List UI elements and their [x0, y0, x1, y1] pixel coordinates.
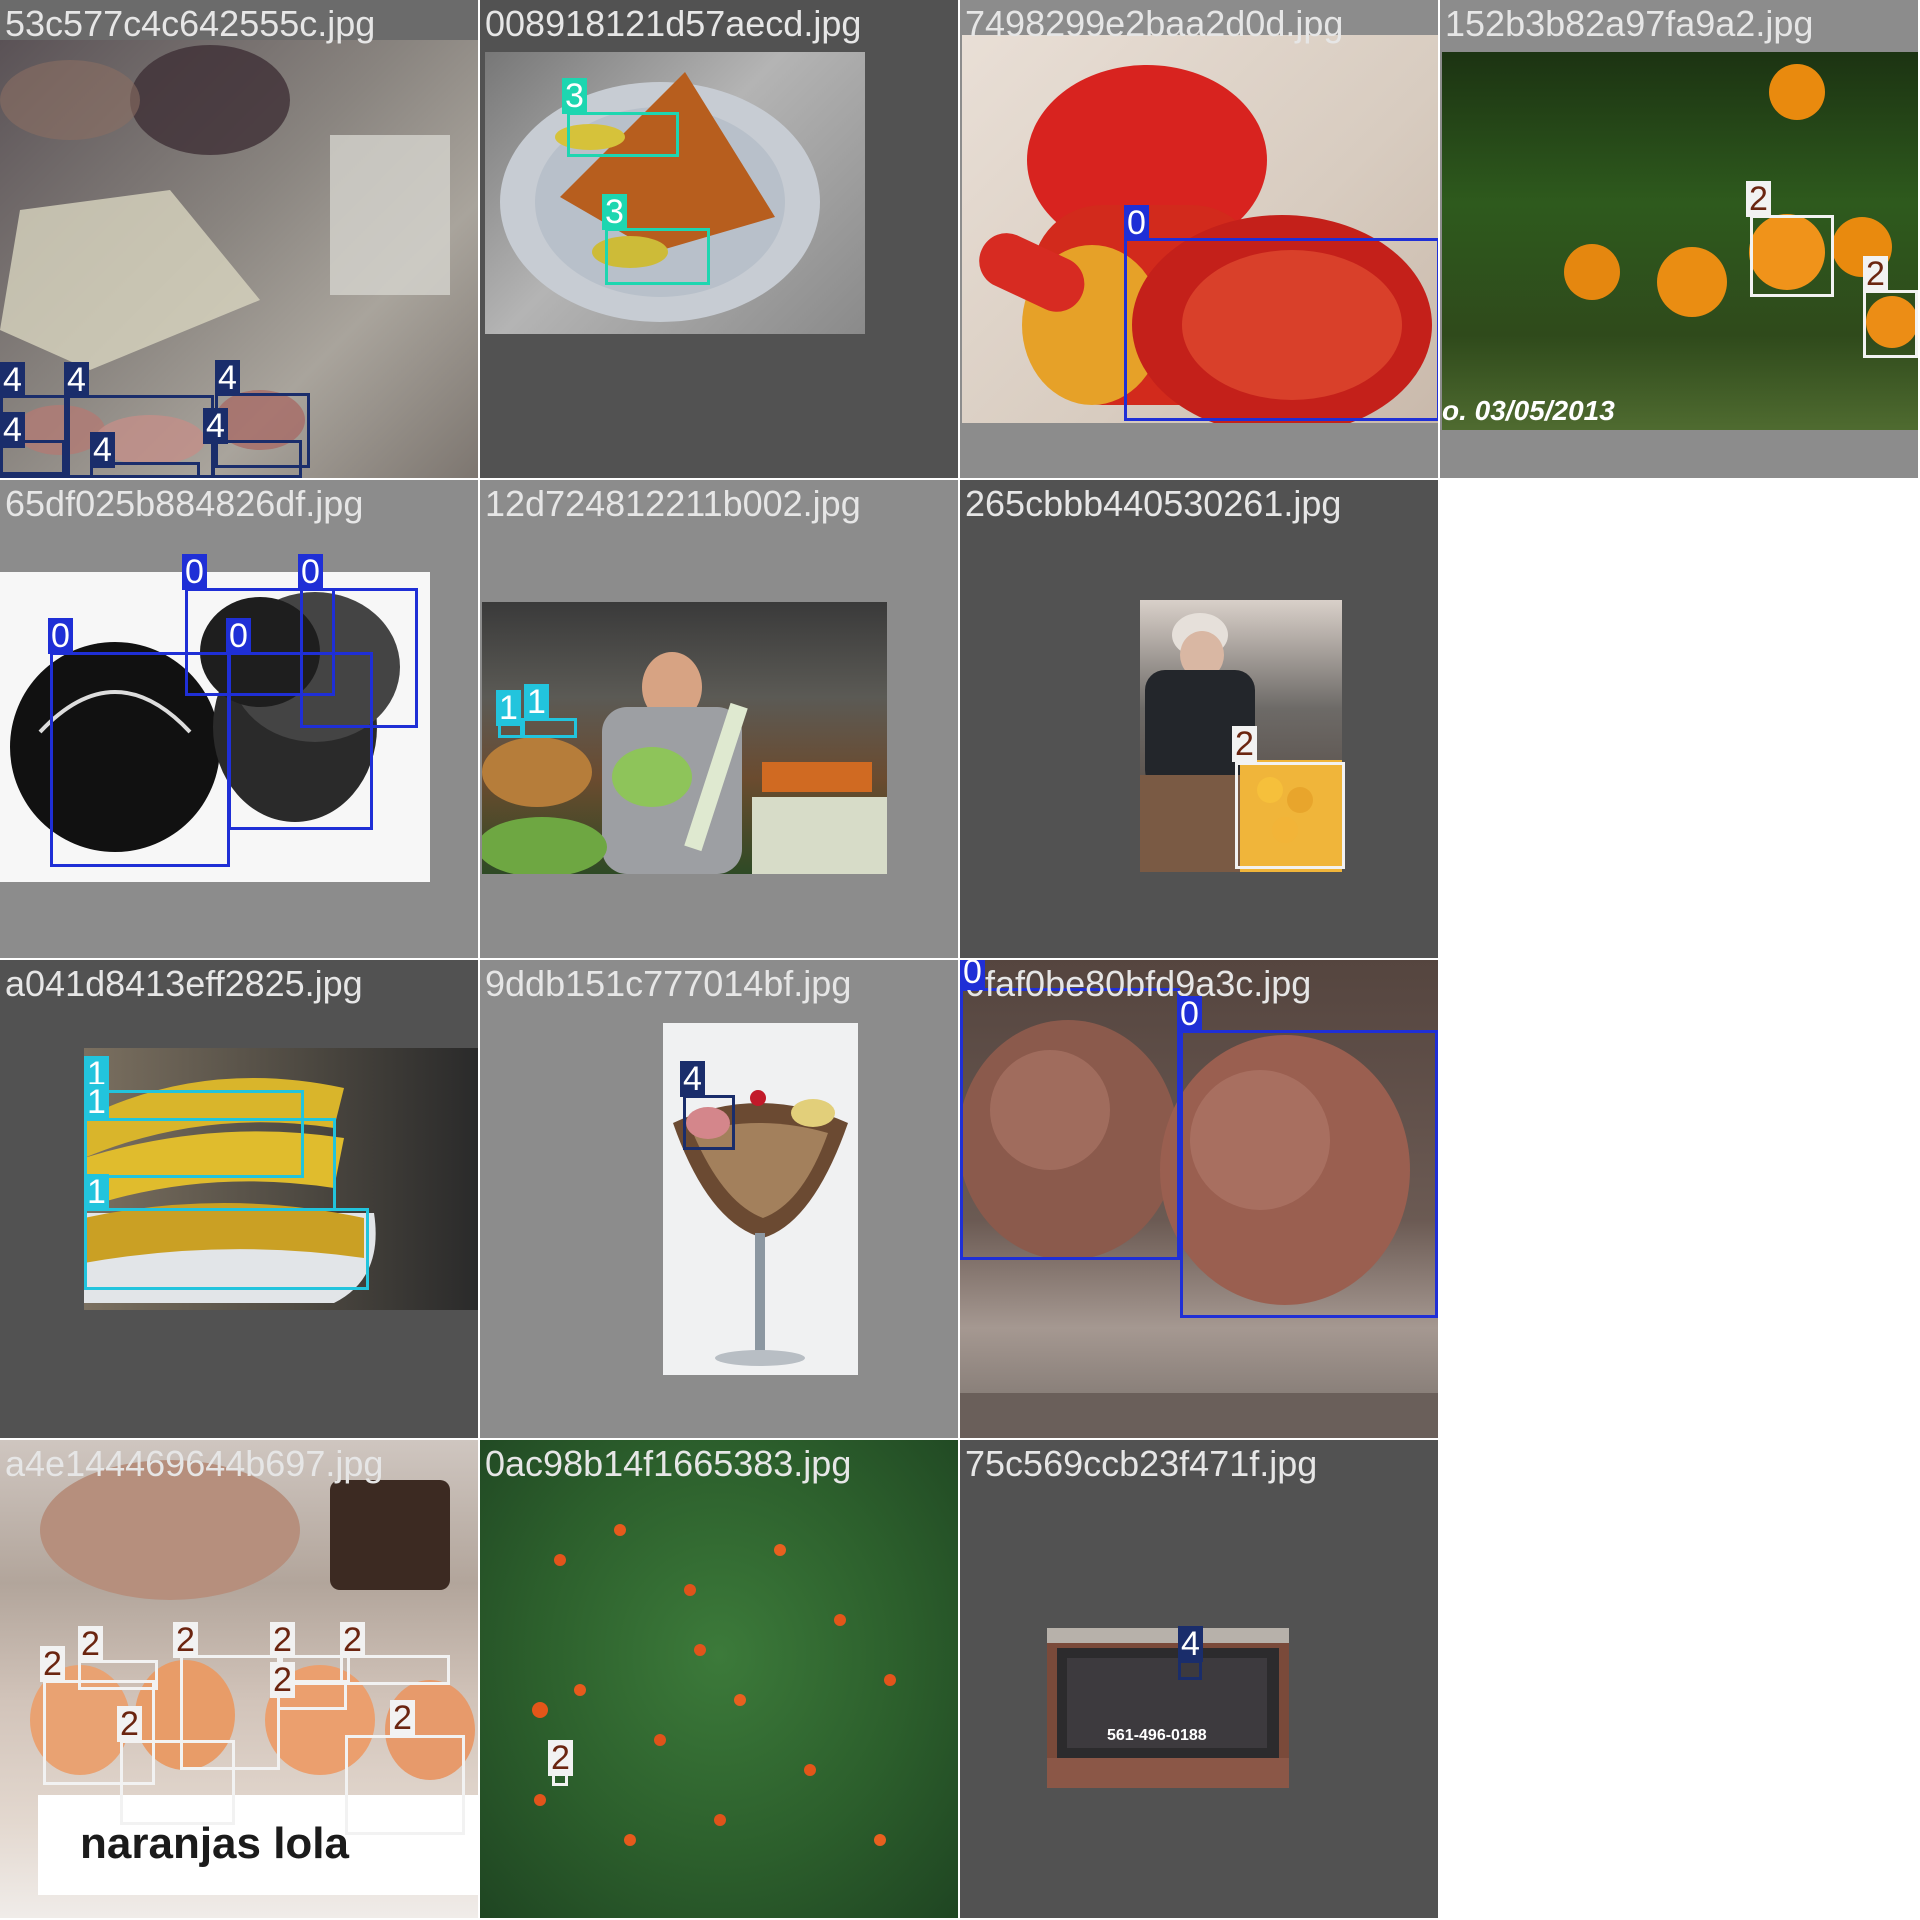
class-label: 1 — [524, 684, 549, 720]
class-label: 0 — [1177, 996, 1202, 1032]
detection-box — [340, 1655, 450, 1685]
image-tile[interactable]: 12d724812211b002.jpg 1 1 — [480, 480, 958, 958]
class-label: 1 — [84, 1174, 109, 1210]
class-label: 2 — [1232, 726, 1257, 762]
class-label: 4 — [680, 1061, 705, 1097]
filename-label: a041d8413eff2825.jpg — [5, 963, 363, 1004]
image-tile[interactable]: 0ac98b14f1665383.jpg 2 — [480, 1440, 958, 1918]
class-label: 2 — [40, 1646, 65, 1682]
market-vendor-photo — [482, 602, 887, 874]
image-tile[interactable]: 561-496-0188 75c569ccb23f471f.jpg 4 — [960, 1440, 1438, 1918]
class-label: 2 — [390, 1700, 415, 1736]
filename-label: 12d724812211b002.jpg — [485, 483, 861, 524]
class-label: 2 — [1746, 181, 1771, 217]
image-tile[interactable]: 7498299e2baa2d0d.jpg 0 — [960, 0, 1438, 478]
class-label: 3 — [602, 194, 627, 230]
image-tile[interactable]: o. 03/05/2013 152b3b82a97fa9a2.jpg 2 2 — [1440, 0, 1918, 478]
date-stamp: o. 03/05/2013 — [1442, 395, 1615, 426]
filename-label: a4e144469644b697.jpg — [5, 1443, 384, 1484]
class-label: 2 — [117, 1706, 142, 1742]
ice-cream-shop-photo: 561-496-0188 — [1047, 1628, 1289, 1788]
class-label: 1 — [84, 1084, 109, 1120]
detection-box — [120, 1740, 235, 1825]
class-label: 4 — [0, 412, 25, 448]
image-tile[interactable]: 53c577c4c642555c.jpg 4 4 4 4 4 4 — [0, 0, 478, 478]
class-label: 0 — [226, 618, 251, 654]
filename-label: 0ac98b14f1665383.jpg — [485, 1443, 852, 1484]
class-label: 1 — [496, 690, 521, 726]
orange-tree-large-photo — [480, 1440, 958, 1918]
detection-box — [84, 1118, 336, 1211]
class-label: 0 — [48, 618, 73, 654]
image-tile[interactable]: a041d8413eff2825.jpg 1 1 1 — [0, 960, 478, 1438]
detection-box — [345, 1735, 465, 1835]
class-label: 2 — [270, 1622, 295, 1658]
detection-box — [1180, 1030, 1438, 1318]
detection-box — [84, 1208, 369, 1290]
class-label: 2 — [340, 1622, 365, 1658]
tart-on-plate-photo — [485, 52, 865, 334]
image-tile[interactable]: 0faf0be80bfd9a3c.jpg 0 0 — [960, 960, 1438, 1438]
class-label: 2 — [173, 1622, 198, 1658]
class-label: 2 — [78, 1626, 103, 1662]
class-label: 2 — [548, 1740, 573, 1776]
detection-box — [1750, 215, 1834, 297]
filename-label: 65df025b884826df.jpg — [5, 483, 364, 524]
class-label: 4 — [90, 432, 115, 468]
class-label: 4 — [0, 362, 25, 398]
class-label: 0 — [1124, 205, 1149, 241]
filename-label: 75c569ccb23f471f.jpg — [965, 1443, 1318, 1484]
image-tile[interactable]: naranjas lola a4e144469644b697.jpg 2 2 2… — [0, 1440, 478, 1918]
image-tile[interactable]: 9ddb151c777014bf.jpg 4 — [480, 960, 958, 1438]
detection-box — [78, 1660, 158, 1690]
detection-box — [1863, 290, 1918, 358]
class-label: 4 — [64, 362, 89, 398]
detection-box — [1235, 762, 1345, 869]
class-label: 4 — [1178, 1626, 1203, 1662]
class-label: 0 — [298, 554, 323, 590]
filename-label: 9ddb151c777014bf.jpg — [485, 963, 852, 1004]
filename-label: 7498299e2baa2d0d.jpg — [965, 3, 1344, 44]
class-label: 0 — [960, 960, 985, 990]
image-tile[interactable]: 65df025b884826df.jpg 0 0 0 0 — [0, 480, 478, 958]
image-tile[interactable]: 008918121d57aecd.jpg 3 3 — [480, 0, 958, 478]
detection-box — [522, 718, 577, 738]
image-tile[interactable]: 265cbbb440530261.jpg 2 — [960, 480, 1438, 958]
class-label: 3 — [562, 78, 587, 114]
filename-label: 152b3b82a97fa9a2.jpg — [1445, 3, 1814, 44]
orange-tree-photo: o. 03/05/2013 — [1442, 52, 1918, 430]
detection-box — [1178, 1660, 1202, 1680]
filename-label: 0faf0be80bfd9a3c.jpg — [965, 963, 1312, 1004]
detection-box — [960, 988, 1180, 1260]
detection-box — [228, 652, 373, 830]
image-grid: 53c577c4c642555c.jpg 4 4 4 4 4 4 0089181… — [0, 0, 1920, 1920]
detection-box — [605, 228, 710, 285]
class-label: 2 — [270, 1662, 295, 1698]
filename-label: 265cbbb440530261.jpg — [965, 483, 1342, 524]
phone-number-text: 561-496-0188 — [1107, 1727, 1207, 1744]
class-label: 2 — [1863, 256, 1888, 292]
crate-brand-text: naranjas lola — [80, 1819, 350, 1868]
detection-box — [1124, 238, 1438, 421]
detection-box — [212, 440, 302, 478]
filename-label: 008918121d57aecd.jpg — [485, 3, 862, 44]
filename-label: 53c577c4c642555c.jpg — [5, 3, 376, 44]
class-label: 4 — [203, 408, 228, 444]
class-label: 4 — [215, 360, 240, 396]
class-label: 0 — [182, 554, 207, 590]
detection-box — [567, 112, 679, 157]
detection-box — [683, 1095, 735, 1150]
